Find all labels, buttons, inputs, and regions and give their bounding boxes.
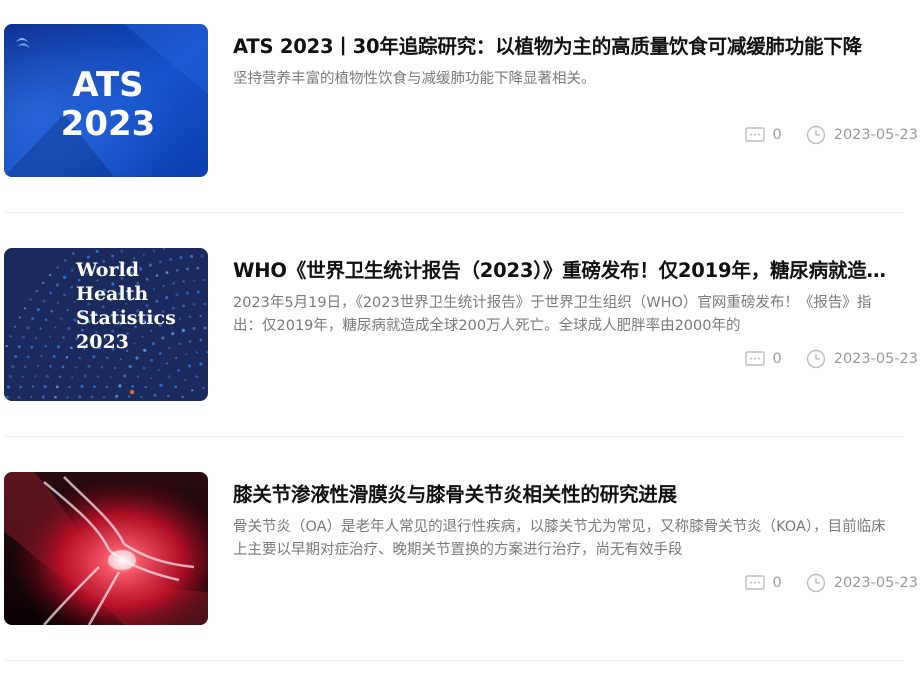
world-health-statistics-thumbnail-image: World Health Statistics 2023 <box>4 248 208 401</box>
divider <box>4 212 904 213</box>
article-item[interactable]: World Health Statistics 2023 WHO《世界卫生统计报… <box>0 224 920 448</box>
knee-joint-xray-thumbnail-image <box>4 472 208 625</box>
article-title[interactable]: WHO《世界卫生统计报告（2023）》重磅发布！仅2019年，糖尿病就造成全球2… <box>233 257 898 285</box>
thumbnail-text-line2: Health <box>76 283 148 305</box>
article-content: ATS 2023丨30年追踪研究：以植物为主的高质量饮食可减缓肺功能下降 坚持营… <box>233 24 898 177</box>
article-date: 2023-05-23 <box>833 351 918 367</box>
article-title[interactable]: 膝关节渗液性滑膜炎与膝骨关节炎相关性的研究进展 <box>233 481 898 509</box>
comment-count: 0 <box>772 127 782 143</box>
article-date: 2023-05-23 <box>833 127 918 143</box>
article-item[interactable]: ATS 2023 ATS 2023丨30年追踪研究：以植物为主的高质量饮食可减缓… <box>0 0 920 224</box>
comment-count: 0 <box>772 351 782 367</box>
divider <box>4 436 904 437</box>
article-summary: 坚持营养丰富的植物性饮食与减缓肺功能下降显著相关。 <box>233 71 596 87</box>
article-title[interactable]: ATS 2023丨30年追踪研究：以植物为主的高质量饮食可减缓肺功能下降 <box>233 33 898 61</box>
comment-icon <box>745 349 766 369</box>
article-meta: 0 2023-05-23 <box>745 573 918 593</box>
article-thumbnail[interactable] <box>4 472 208 625</box>
article-summary: 2023年5月19日，《2023世界卫生统计报告》于世界卫生组织（WHO）官网重… <box>233 295 872 334</box>
article-thumbnail[interactable]: World Health Statistics 2023 <box>4 248 208 401</box>
thumbnail-text-line1: World <box>75 259 139 281</box>
thumbnail-text-line3: Statistics <box>76 307 176 329</box>
article-list: ATS 2023 ATS 2023丨30年追踪研究：以植物为主的高质量饮食可减缓… <box>0 0 920 675</box>
clock-icon <box>806 573 826 593</box>
article-content: WHO《世界卫生统计报告（2023）》重磅发布！仅2019年，糖尿病就造成全球2… <box>233 248 898 401</box>
article-meta: 0 2023-05-23 <box>745 349 918 369</box>
comment-icon <box>745 125 766 145</box>
comment-icon <box>745 573 766 593</box>
article-date: 2023-05-23 <box>833 575 918 591</box>
clock-icon <box>806 349 826 369</box>
article-meta: 0 2023-05-23 <box>745 125 918 145</box>
ats-2023-thumbnail-image: ATS 2023 <box>4 24 208 177</box>
article-item[interactable]: 膝关节渗液性滑膜炎与膝骨关节炎相关性的研究进展 骨关节炎（OA）是老年人常见的退… <box>0 448 920 672</box>
divider <box>4 660 904 661</box>
article-summary: 骨关节炎（OA）是老年人常见的退行性疾病，以膝关节尤为常见，又称膝骨关节炎（KO… <box>233 519 886 558</box>
article-content: 膝关节渗液性滑膜炎与膝骨关节炎相关性的研究进展 骨关节炎（OA）是老年人常见的退… <box>233 472 898 625</box>
clock-icon <box>806 125 826 145</box>
article-thumbnail[interactable]: ATS 2023 <box>4 24 208 177</box>
thumbnail-text-line4: 2023 <box>76 331 129 353</box>
thumbnail-text-line1: ATS <box>72 65 143 105</box>
thumbnail-text-line2: 2023 <box>61 104 156 144</box>
comment-count: 0 <box>772 575 782 591</box>
